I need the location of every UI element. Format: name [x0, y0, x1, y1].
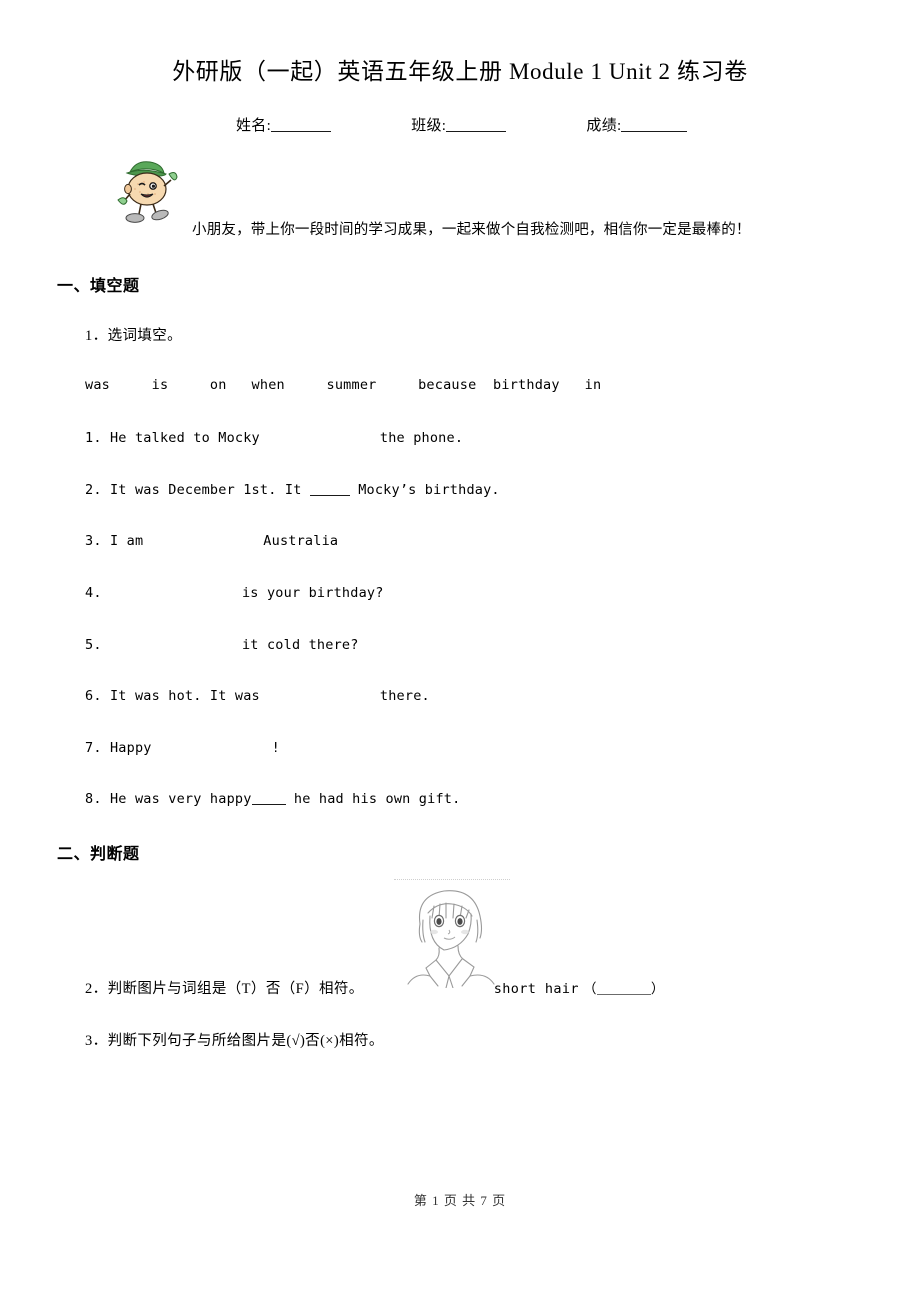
girl-short-hair-sketch-image: [394, 879, 510, 990]
question-number: 3.: [85, 533, 102, 549]
section-heading-fill-in-blanks: 一、填空题: [57, 276, 140, 295]
question-number: 5.: [85, 637, 102, 653]
question-before: He was very happy: [109, 791, 252, 807]
item-number-2: 2．: [85, 981, 108, 997]
student-info-row: 姓名: 班级: 成绩:: [236, 114, 688, 135]
answer-gap[interactable]: [251, 792, 286, 805]
question-after: Australia: [263, 533, 339, 549]
section-heading-true-false: 二、判断题: [57, 844, 140, 863]
question-4: 4. is your birthday?: [85, 584, 384, 602]
question-number: 4.: [85, 585, 102, 601]
answer-blank-tf[interactable]: [596, 982, 651, 995]
phrase-short-hair: short hair: [493, 981, 579, 997]
answer-paren-close: ）: [650, 981, 665, 997]
question-8: 8. He was very happy he had his own gift…: [85, 790, 460, 808]
score-label: 成绩:: [586, 118, 622, 134]
question-number: 6.: [85, 688, 102, 704]
question-before: He talked to Mocky: [109, 430, 260, 446]
question-number: 7.: [85, 740, 102, 756]
item-number-1: 1．: [85, 328, 108, 344]
score-blank[interactable]: [621, 117, 688, 132]
item-prompt-text-3: 判断下列句子与所给图片是(√)否(×)相符。: [107, 1033, 384, 1049]
question-before: Happy: [109, 740, 152, 756]
item-number-3: 3．: [85, 1033, 108, 1049]
class-blank[interactable]: [446, 117, 507, 132]
question-before: It was December 1st. It: [109, 482, 302, 498]
question-after: the phone.: [379, 430, 464, 446]
word-bank: was is on when summer because birthday i…: [85, 377, 602, 393]
question-3: 3. I am Australia: [85, 532, 338, 550]
question-before: I am: [109, 533, 144, 549]
cartoon-student-mascot-icon: [106, 156, 192, 228]
page-footer: 第 1 页 共 7 页: [413, 1193, 507, 1208]
question-after: he had his own gift.: [293, 791, 461, 807]
greeting-text: 小朋友，带上你一段时间的学习成果，一起来做个自我检测吧，相信你一定是最棒的！: [192, 222, 751, 238]
item-prompt-text-1: 选词填空。: [107, 328, 183, 344]
item-3-line: 3．判断下列句子与所给图片是(√)否(×)相符。: [85, 1029, 384, 1050]
item-2-line: 2．判断图片与词组是（T）否（F）相符。 short hair （ ）: [85, 977, 665, 998]
question-number: 2.: [85, 482, 102, 498]
question-after: Mocky’s birthday.: [358, 482, 500, 498]
name-label: 姓名:: [236, 118, 272, 134]
question-after: !: [271, 740, 280, 756]
question-7: 7. Happy!: [85, 739, 280, 757]
question-number: 8.: [85, 791, 102, 807]
question-6: 6. It was hot. It was there.: [85, 687, 430, 705]
question-2: 2. It was December 1st. It Mocky’s birth…: [85, 481, 500, 499]
question-1: 1. He talked to Mocky the phone.: [85, 429, 463, 447]
question-before: It was hot. It was: [109, 688, 260, 704]
answer-paren-open: （: [583, 981, 597, 997]
question-after: it cold there?: [241, 637, 359, 653]
exam-paper-page: 外研版（一起）英语五年级上册 Module 1 Unit 2 练习卷 姓名: 班…: [0, 0, 920, 1302]
name-field[interactable]: 姓名:: [236, 114, 332, 135]
class-field[interactable]: 班级:: [411, 114, 507, 135]
answer-gap[interactable]: [309, 483, 350, 496]
question-after: there.: [379, 688, 430, 704]
question-5: 5. it cold there?: [85, 636, 359, 654]
question-number: 1.: [85, 430, 102, 446]
class-label: 班级:: [411, 118, 447, 134]
score-field[interactable]: 成绩:: [586, 114, 688, 135]
question-after: is your birthday?: [241, 585, 384, 601]
page-title: 外研版（一起）英语五年级上册 Module 1 Unit 2 练习卷: [172, 59, 748, 84]
item-prompt-text-2: 判断图片与词组是（T）否（F）相符。: [107, 981, 364, 997]
item-prompt-1: 1．选词填空。: [85, 327, 182, 347]
name-blank[interactable]: [271, 117, 332, 132]
